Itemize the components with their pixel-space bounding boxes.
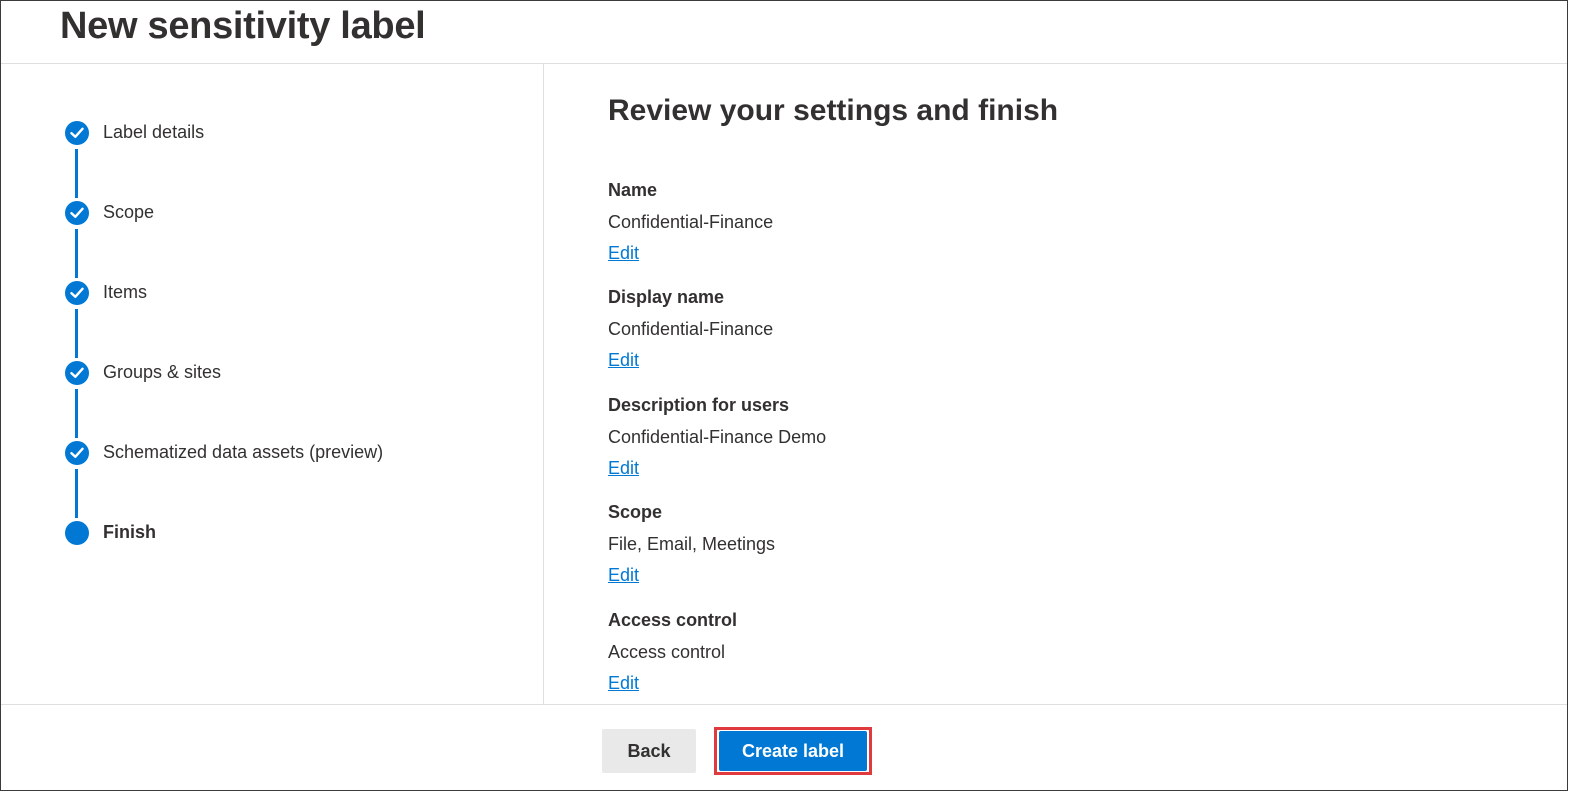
- section-value: Confidential-Finance: [608, 212, 774, 232]
- section-value: Confidential-Finance: [608, 319, 774, 339]
- step-connector: [75, 389, 78, 438]
- edit-description-link[interactable]: Edit: [608, 458, 639, 479]
- step-connector: [75, 469, 78, 518]
- review-panel: Review your settings and finish Name Con…: [545, 64, 1567, 704]
- review-title: Review your settings and finish: [608, 94, 1059, 127]
- edit-scope-link[interactable]: Edit: [608, 565, 639, 586]
- step-connector: [75, 309, 78, 358]
- step-label: Scope: [103, 202, 155, 222]
- section-heading: Name: [608, 180, 658, 200]
- wizard-steps: Label details Scope Items Groups & sites: [1, 64, 544, 704]
- checkmark-icon: [65, 361, 89, 385]
- page-title: New sensitivity label: [60, 5, 426, 47]
- create-label-button[interactable]: Create label: [719, 731, 867, 771]
- step-connector: [75, 149, 78, 198]
- step-connector: [75, 229, 78, 278]
- step-label: Finish: [103, 522, 156, 542]
- wizard-footer: Back Create label: [1, 704, 1567, 791]
- checkmark-icon: [65, 441, 89, 465]
- current-step-dot-icon: [65, 521, 89, 545]
- step-label: Schematized data assets (preview): [103, 442, 384, 462]
- section-heading: Access control: [608, 610, 738, 630]
- edit-display-name-link[interactable]: Edit: [608, 350, 639, 371]
- wizard-frame: New sensitivity label Label details Scop…: [0, 0, 1568, 791]
- edit-access-control-link[interactable]: Edit: [608, 673, 639, 694]
- checkmark-icon: [65, 201, 89, 225]
- page-header: New sensitivity label: [1, 1, 1567, 64]
- section-value: File, Email, Meetings: [608, 534, 776, 554]
- section-heading: Scope: [608, 502, 663, 522]
- section-value: Access control: [608, 642, 726, 662]
- back-button[interactable]: Back: [602, 729, 696, 773]
- checkmark-icon: [65, 281, 89, 305]
- step-label: Groups & sites: [103, 362, 222, 382]
- step-label: Items: [103, 282, 148, 302]
- section-heading: Display name: [608, 287, 725, 307]
- checkmark-icon: [65, 121, 89, 145]
- section-value: Confidential-Finance Demo: [608, 427, 827, 447]
- edit-name-link[interactable]: Edit: [608, 243, 639, 264]
- section-heading: Description for users: [608, 395, 790, 415]
- step-label: Label details: [103, 122, 205, 142]
